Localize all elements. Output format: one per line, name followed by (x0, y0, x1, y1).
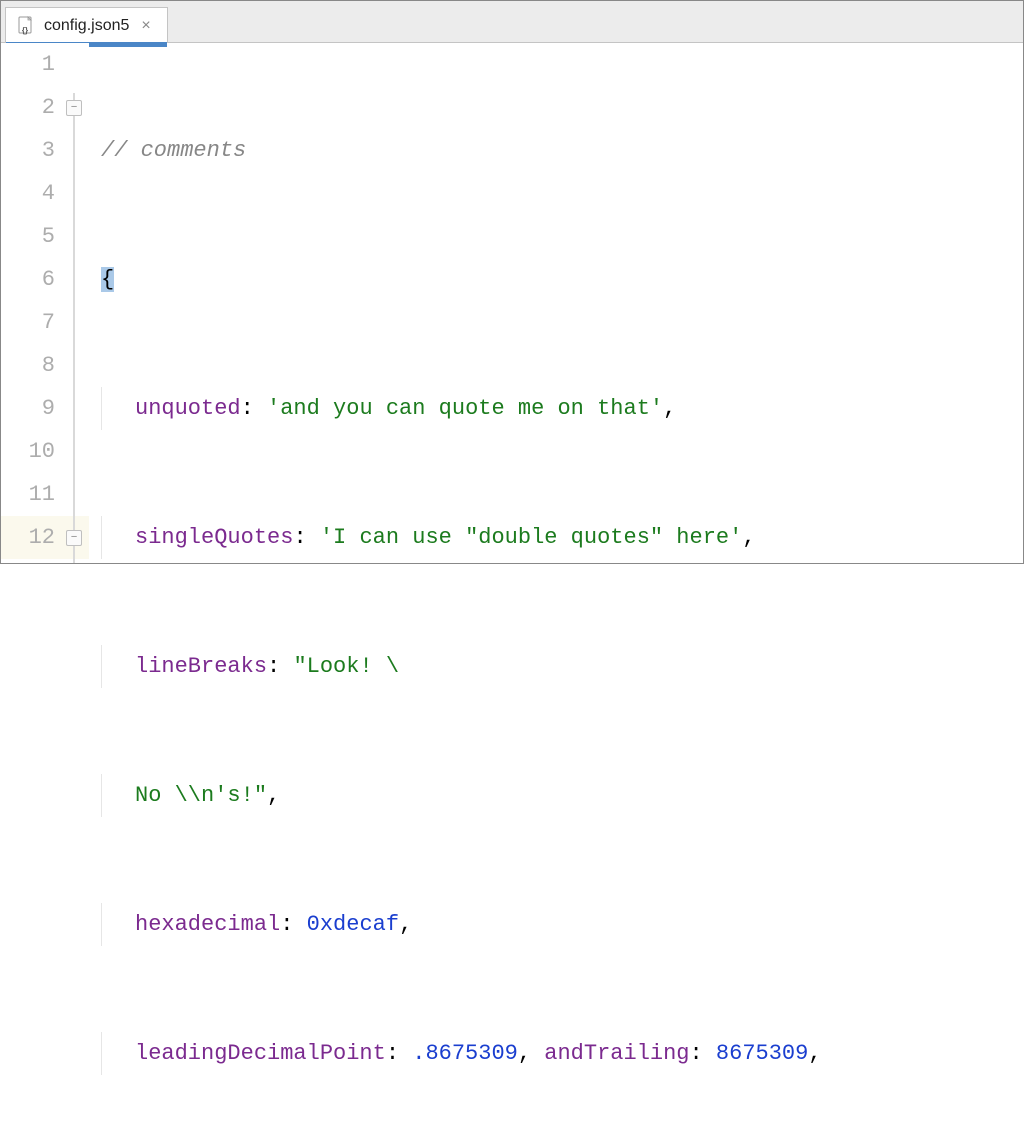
code-line: singleQuotes: 'I can use "double quotes"… (101, 516, 1023, 559)
code-line: { (101, 258, 1023, 301)
code-editor[interactable]: 1 2 3 4 5 6 7 8 9 10 11 12 − − // commen… (1, 43, 1023, 563)
svg-text:{}: {} (22, 26, 28, 35)
code-line: lineBreaks: "Look! \ (101, 645, 1023, 688)
code-line: unquoted: 'and you can quote me on that'… (101, 387, 1023, 430)
code-content[interactable]: // comments { unquoted: 'and you can quo… (89, 43, 1023, 563)
close-icon[interactable]: × (137, 17, 154, 35)
code-line: leadingDecimalPoint: .8675309, andTraili… (101, 1032, 1023, 1075)
line-number-gutter: 1 2 3 4 5 6 7 8 9 10 11 12 − − (1, 43, 89, 563)
file-tab[interactable]: {} config.json5 × (5, 7, 168, 42)
fold-expand-icon[interactable]: − (66, 530, 82, 546)
code-line: hexadecimal: 0xdecaf, (101, 903, 1023, 946)
code-line: // comments (101, 129, 1023, 172)
fold-collapse-icon[interactable]: − (66, 100, 82, 116)
tab-bar: {} config.json5 × (1, 1, 1023, 43)
code-line: No \\n's!", (101, 774, 1023, 817)
json5-file-icon: {} (16, 16, 36, 36)
tab-filename: config.json5 (44, 17, 129, 35)
